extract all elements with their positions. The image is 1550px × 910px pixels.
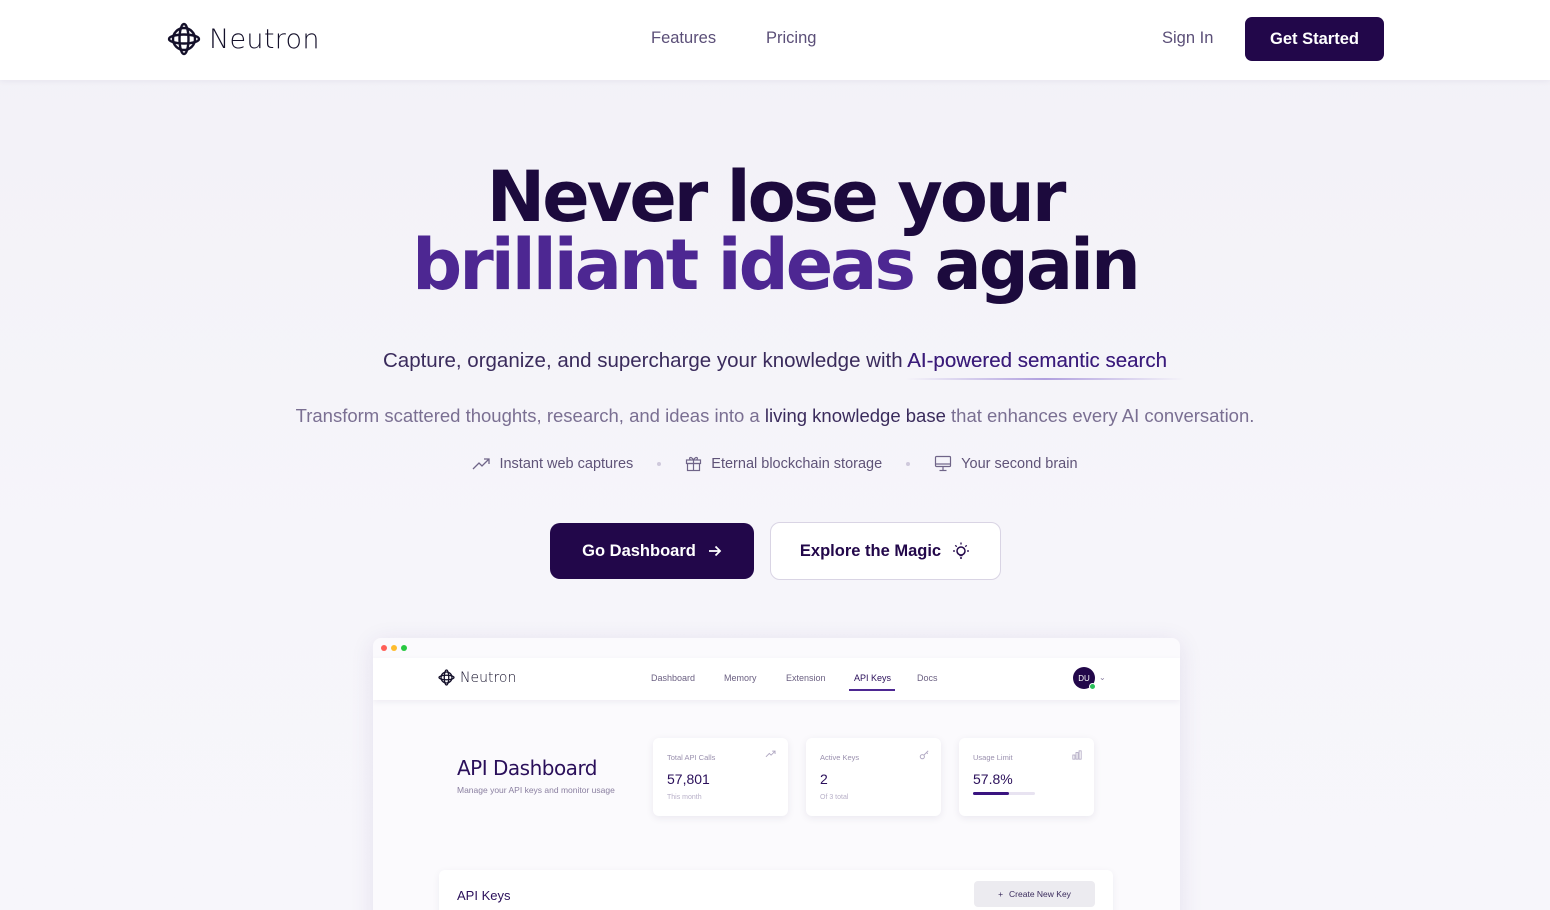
stat-label: Total API Calls — [667, 753, 716, 762]
neutron-logo-icon — [167, 22, 201, 56]
explore-magic-label: Explore the Magic — [799, 541, 942, 560]
app-preview-window: Neutron Dashboard Memory Extension API K… — [373, 638, 1180, 910]
trending-up-icon — [473, 457, 491, 469]
hero-subtitle: Capture, organize, and supercharge your … — [0, 349, 1550, 373]
api-keys-title: API Keys — [457, 888, 511, 903]
window-dot-green — [401, 645, 407, 651]
stat-card-active-keys: Active Keys 2 Of 3 total — [806, 738, 941, 816]
usage-progress-bar — [973, 792, 1035, 795]
gift-icon — [686, 456, 702, 472]
window-dot-yellow — [391, 645, 397, 651]
plus-icon: + — [998, 889, 1004, 899]
hero-description: Transform scattered thoughts, research, … — [0, 405, 1550, 427]
window-dot-red — [381, 645, 387, 651]
preview-nav-memory[interactable]: Memory — [724, 673, 757, 683]
feature-separator — [906, 461, 911, 466]
feature-item: Eternal blockchain storage — [685, 455, 882, 472]
preview-logo-text: Neutron — [460, 669, 517, 686]
stat-card-usage-limit: Usage Limit 57.8% — [959, 738, 1094, 816]
create-new-key-button[interactable]: + Create New Key — [974, 881, 1095, 907]
stat-value: 57,801 — [667, 771, 710, 787]
stat-note: Of 3 total — [820, 794, 849, 801]
desc-prefix: Transform scattered thoughts, research, … — [295, 405, 760, 426]
preview-nav: Neutron Dashboard Memory Extension API K… — [373, 658, 1180, 700]
usage-progress-fill — [973, 792, 1009, 795]
hero-title-line2: brilliant ideas again — [0, 230, 1550, 300]
stat-note: This month — [667, 794, 702, 801]
api-keys-panel: API Keys + Create New Key — [439, 870, 1113, 910]
lightbulb-icon — [953, 542, 970, 559]
sign-in-link[interactable]: Sign In — [1162, 29, 1213, 48]
preview-nav-extension[interactable]: Extension — [786, 673, 826, 683]
stat-value: 2 — [820, 771, 828, 787]
desc-strong: living knowledge base — [764, 405, 946, 426]
chevron-down-icon[interactable]: ⌄ — [1099, 673, 1106, 682]
hero-title-tail: again — [934, 224, 1140, 306]
nav-link-features[interactable]: Features — [651, 29, 716, 48]
hero-title-accent: brilliant ideas — [412, 224, 916, 306]
feature-item: Your second brain — [934, 455, 1078, 472]
bar-chart-icon — [1072, 750, 1082, 760]
hero-title-line1: Never lose your — [486, 156, 1067, 238]
create-key-label: Create New Key — [1009, 889, 1071, 899]
preview-logo[interactable]: Neutron — [438, 669, 516, 686]
feature-item: Instant web captures — [472, 456, 633, 472]
api-dashboard-title: API Dashboard — [457, 756, 598, 780]
stat-label: Usage Limit — [973, 753, 1013, 762]
preview-nav-docs[interactable]: Docs — [917, 673, 938, 683]
active-tab-underline — [849, 689, 895, 691]
stat-card-total-calls: Total API Calls 57,801 This month — [653, 738, 788, 816]
stat-value: 57.8% — [973, 771, 1013, 787]
explore-magic-button[interactable]: Explore the Magic — [770, 522, 1001, 580]
neutron-logo-icon — [438, 669, 455, 686]
feature-label: Instant web captures — [499, 455, 634, 472]
feature-label: Your second brain — [961, 455, 1078, 472]
hero-subtitle-prefix: Capture, organize, and supercharge your … — [382, 349, 903, 372]
feature-label: Eternal blockchain storage — [711, 455, 883, 472]
logo[interactable]: Neutron — [167, 22, 320, 56]
hero-subtitle-highlight: AI-powered semantic search — [907, 349, 1168, 372]
key-icon — [919, 750, 929, 760]
api-dashboard-subtitle: Manage your API keys and monitor usage — [457, 785, 615, 795]
get-started-button[interactable]: Get Started — [1245, 17, 1384, 61]
feature-separator — [657, 461, 662, 466]
nav-link-pricing[interactable]: Pricing — [766, 29, 816, 48]
subtitle-underline — [906, 378, 1184, 380]
hero-title: Never lose your brilliant ideas again — [0, 156, 1550, 300]
window-controls — [381, 645, 407, 651]
logo-text: Neutron — [209, 23, 320, 55]
monitor-icon — [935, 455, 952, 472]
preview-nav-dashboard[interactable]: Dashboard — [651, 673, 695, 683]
trending-up-icon — [765, 750, 776, 758]
stat-label: Active Keys — [820, 753, 860, 762]
arrow-right-icon — [708, 545, 722, 557]
go-dashboard-button[interactable]: Go Dashboard — [550, 523, 754, 579]
desc-suffix: that enhances every AI conversation. — [951, 405, 1255, 426]
go-dashboard-label: Go Dashboard — [582, 541, 696, 560]
feature-list: Instant web captures Eternal blockchain … — [0, 455, 1550, 472]
top-nav: Neutron Features Pricing Sign In Get Sta… — [0, 0, 1550, 80]
online-status-indicator — [1089, 683, 1096, 690]
preview-nav-api-keys[interactable]: API Keys — [854, 673, 891, 683]
